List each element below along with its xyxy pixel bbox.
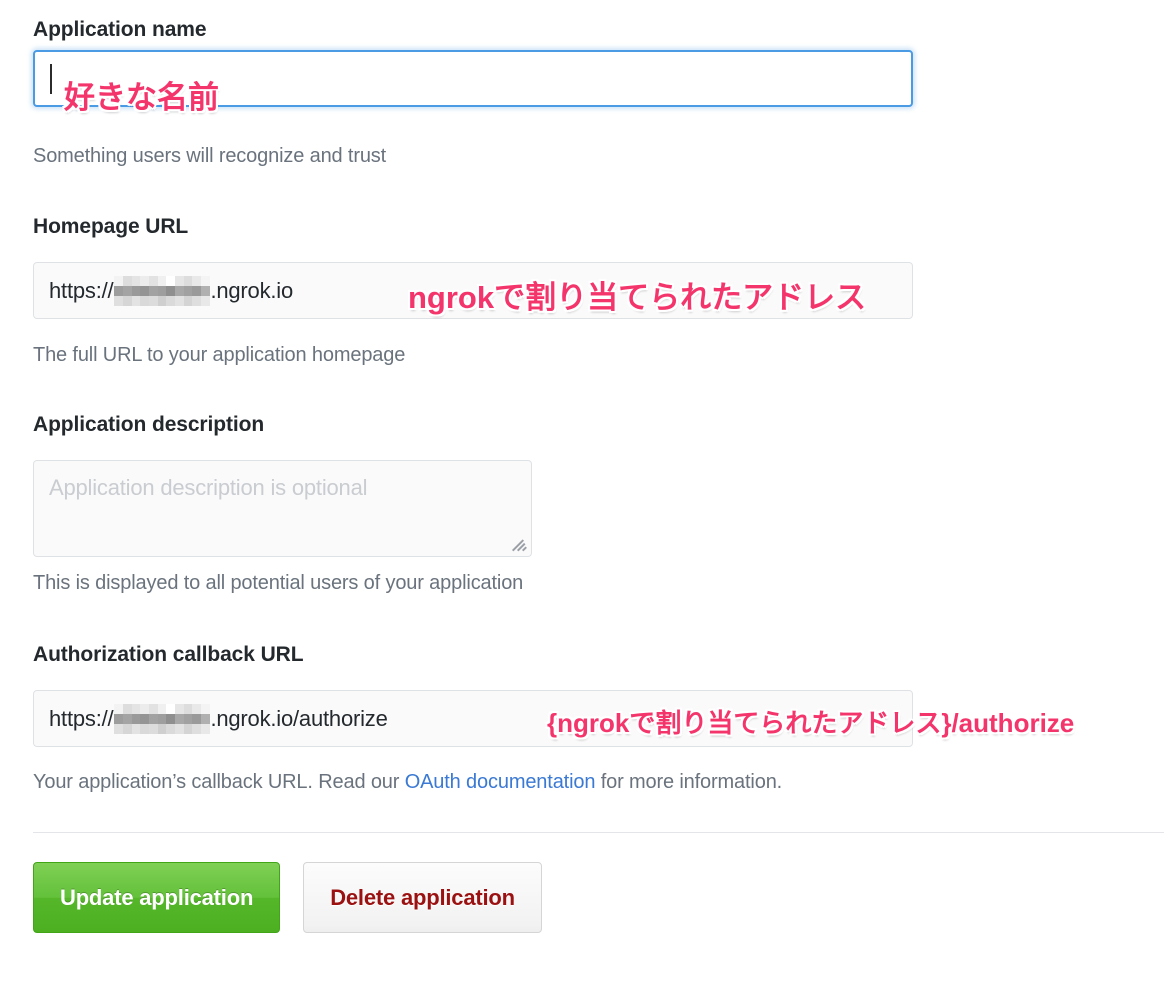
resize-handle-icon[interactable] bbox=[511, 537, 527, 553]
text-caret bbox=[50, 63, 52, 94]
oauth-documentation-link[interactable]: OAuth documentation bbox=[405, 771, 596, 793]
annotation-homepage-url: ngrokで割り当てられたアドレス bbox=[408, 280, 867, 315]
redacted-subdomain-callback bbox=[114, 703, 211, 735]
field-group-authorization-callback-url: Authorization callback URL bbox=[33, 642, 304, 668]
label-application-name: Application name bbox=[33, 18, 207, 41]
form-actions: Update application Delete application bbox=[33, 862, 542, 933]
hint-application-description: This is displayed to all potential users… bbox=[33, 572, 524, 594]
application-description-placeholder: Application description is optional bbox=[49, 475, 368, 500]
redacted-subdomain-homepage bbox=[114, 275, 211, 307]
label-homepage-url: Homepage URL bbox=[33, 215, 189, 238]
oauth-application-form: Application name 好きな名前 Something users w… bbox=[33, 0, 1164, 1008]
annotation-application-name: 好きな名前 bbox=[64, 80, 219, 115]
homepage-url-prefix: https:// bbox=[49, 277, 114, 303]
hint-homepage-url: The full URL to your application homepag… bbox=[33, 344, 406, 366]
hint-group-application-description: This is displayed to all potential users… bbox=[33, 570, 523, 596]
hint-application-name: Something users will recognize and trust bbox=[33, 145, 387, 167]
hint-group-homepage-url: The full URL to your application homepag… bbox=[33, 342, 405, 368]
application-description-textarea[interactable]: Application description is optional bbox=[33, 460, 532, 557]
hint-group-application-name: Something users will recognize and trust bbox=[33, 143, 386, 169]
callback-url-prefix: https:// bbox=[49, 705, 114, 731]
annotation-authorization-callback-url: {ngrokで割り当てられたアドレス}/authorize bbox=[547, 708, 1075, 738]
field-group-homepage-url: Homepage URL bbox=[33, 214, 188, 240]
update-application-button[interactable]: Update application bbox=[33, 862, 281, 933]
callback-url-suffix: .ngrok.io/authorize bbox=[210, 705, 388, 731]
hint-text-after-link: for more information. bbox=[595, 771, 783, 793]
section-divider bbox=[33, 832, 1164, 833]
label-application-description: Application description bbox=[33, 413, 265, 436]
hint-authorization-callback-url: Your application’s callback URL. Read ou… bbox=[33, 769, 782, 795]
hint-group-authorization-callback-url: Your application’s callback URL. Read ou… bbox=[33, 769, 782, 795]
delete-application-button[interactable]: Delete application bbox=[303, 862, 542, 933]
homepage-url-suffix: .ngrok.io bbox=[210, 277, 294, 303]
hint-text-before-link: Your application’s callback URL. Read ou… bbox=[33, 771, 405, 793]
label-authorization-callback-url: Authorization callback URL bbox=[33, 643, 304, 666]
field-group-application-name: Application name bbox=[33, 17, 207, 43]
field-group-application-description: Application description bbox=[33, 412, 264, 438]
